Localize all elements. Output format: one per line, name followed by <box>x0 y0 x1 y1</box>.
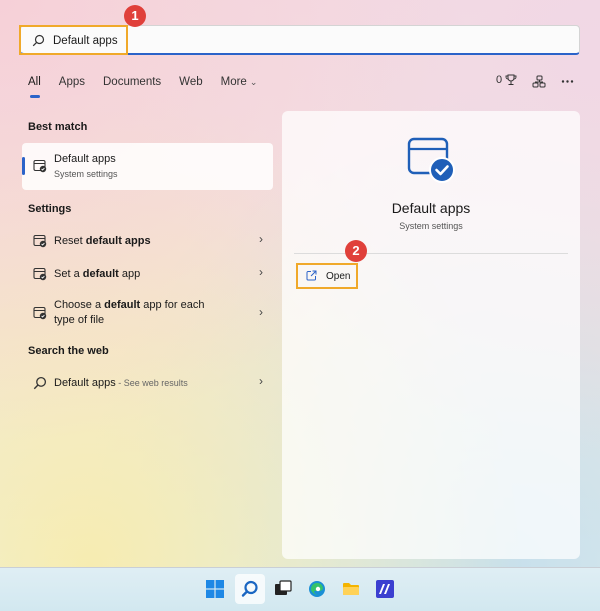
default-apps-large-icon <box>407 137 455 183</box>
chevron-right-icon: › <box>259 232 263 246</box>
search-icon <box>32 34 45 47</box>
rewards-points[interactable]: 0 <box>496 74 517 86</box>
tab-all[interactable]: All <box>28 76 41 98</box>
account-org-icon[interactable] <box>532 75 546 89</box>
search-web-heading: Search the web <box>28 345 109 357</box>
settings-item-reset-default-apps[interactable]: Reset default apps › <box>22 228 273 254</box>
edge-browser-button[interactable] <box>302 574 332 604</box>
settings-item-label: Set a default app <box>54 267 140 282</box>
tab-documents[interactable]: Documents <box>103 76 161 88</box>
selection-indicator <box>22 157 25 175</box>
search-icon <box>33 376 47 390</box>
settings-item-choose-default-app-by-file-type[interactable]: Choose a default app for each type of fil… <box>22 295 273 331</box>
search-input[interactable] <box>53 32 553 50</box>
label-line2: type of file <box>54 314 105 326</box>
search-box[interactable] <box>20 25 580 55</box>
best-match-title: Default apps <box>54 153 116 165</box>
chevron-right-icon: › <box>259 305 263 319</box>
windows-logo-icon <box>206 580 224 598</box>
label-bold: default <box>104 299 141 311</box>
label-bold: default apps <box>85 235 151 247</box>
tab-more[interactable]: More ⌄ <box>221 76 258 88</box>
default-apps-settings-icon <box>33 234 47 248</box>
start-search-window: 1 All Apps Documents Web More⌄ 0 Best ma… <box>0 0 600 568</box>
search-icon <box>241 580 258 597</box>
best-match-subtitle: System settings <box>54 169 118 179</box>
chevron-right-icon: › <box>259 265 263 279</box>
settings-item-label: Reset default apps <box>54 234 151 249</box>
chevron-down-icon: ⌄ <box>249 77 258 87</box>
best-match-item[interactable]: Default apps System settings <box>22 143 273 190</box>
step-badge-2: 2 <box>345 240 367 262</box>
task-view-button[interactable] <box>268 574 298 604</box>
app-tile-icon <box>376 580 394 598</box>
web-query: Default apps <box>54 377 116 389</box>
edge-browser-icon <box>309 581 325 597</box>
label-post: app for each <box>140 299 205 311</box>
preview-pane: Default apps System settings <box>282 111 580 559</box>
web-search-item[interactable]: Default apps - See web results › <box>22 370 273 396</box>
best-match-heading: Best match <box>28 121 88 133</box>
more-options-icon[interactable] <box>561 79 574 84</box>
label-post: app <box>118 268 141 280</box>
web-search-label: Default apps - See web results <box>54 376 188 391</box>
default-apps-settings-icon <box>33 306 47 320</box>
label-bold: default <box>82 268 119 280</box>
preview-title: Default apps <box>391 200 471 216</box>
step-badge-1: 1 <box>124 5 146 27</box>
trophy-icon <box>505 74 517 85</box>
preview-subtitle: System settings <box>399 221 463 231</box>
default-apps-settings-icon <box>33 267 47 281</box>
filter-tabs: All Apps Documents Web More ⌄ <box>28 76 275 98</box>
label-pre: Choose a <box>54 299 105 311</box>
web-hint: - See web results <box>115 378 188 388</box>
label-pre: Reset <box>54 235 86 247</box>
file-explorer-button[interactable] <box>336 574 366 604</box>
tab-more-label: More <box>220 76 247 88</box>
default-apps-settings-icon <box>33 159 47 173</box>
label-pre: Set a <box>54 268 83 280</box>
start-button[interactable] <box>200 574 230 604</box>
open-external-icon <box>306 270 317 281</box>
settings-heading: Settings <box>28 203 72 215</box>
task-view-icon <box>275 580 292 595</box>
tab-web[interactable]: Web <box>179 76 202 88</box>
settings-item-set-default-app[interactable]: Set a default app › <box>22 261 273 287</box>
tab-apps[interactable]: Apps <box>59 76 85 88</box>
open-button-label: Open <box>326 271 351 282</box>
rewards-points-value: 0 <box>496 74 503 86</box>
taskbar <box>0 568 600 611</box>
store-app-button[interactable] <box>370 574 400 604</box>
folder-icon <box>343 583 359 595</box>
settings-item-label: Choose a default app for each type of fil… <box>54 298 204 328</box>
chevron-right-icon: › <box>259 374 263 388</box>
open-button[interactable]: Open <box>296 263 358 289</box>
preview-divider <box>294 253 568 254</box>
taskbar-search-button[interactable] <box>235 574 265 604</box>
